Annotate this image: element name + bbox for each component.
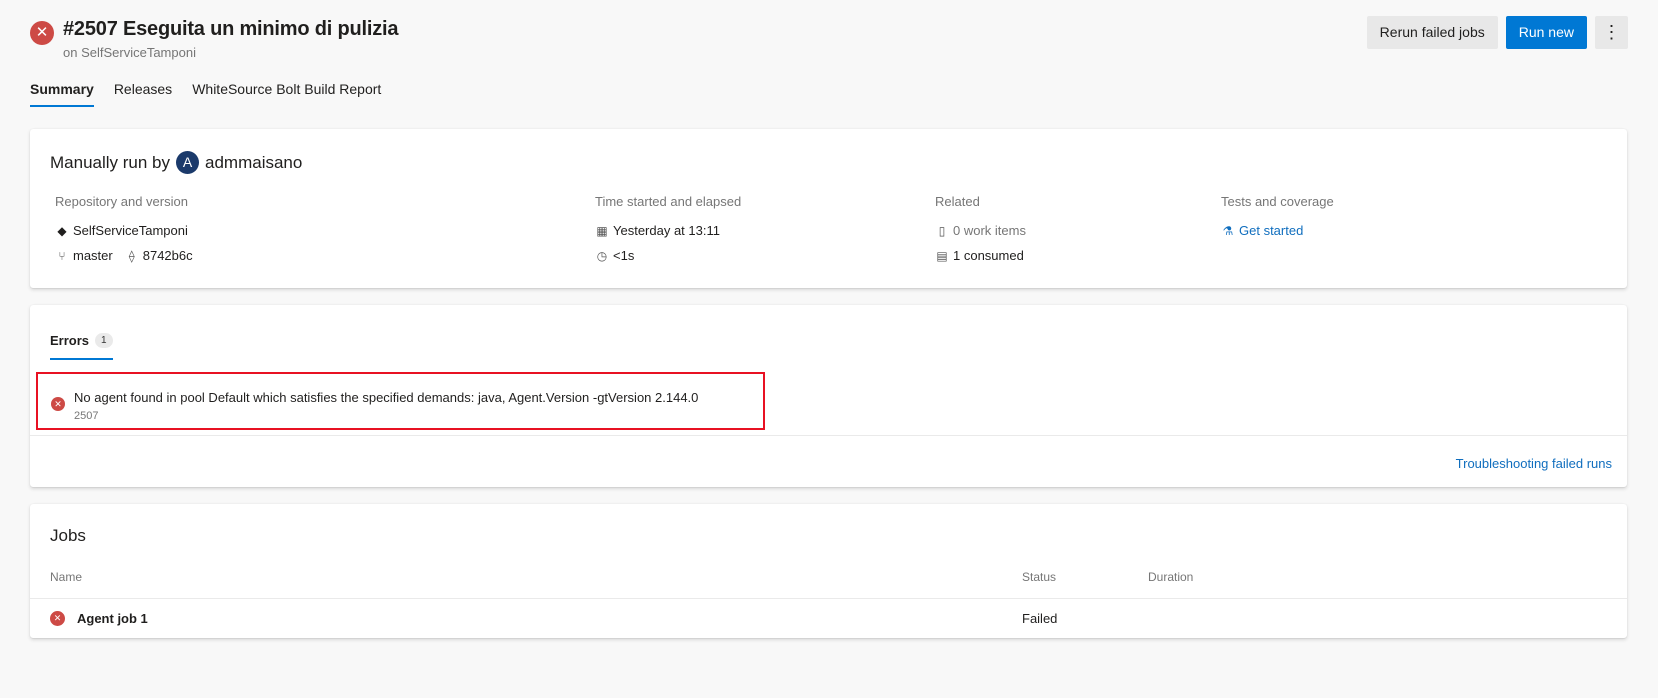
error-run-id: 2507 (74, 410, 99, 422)
time-label: Time started and elapsed (595, 194, 742, 209)
page-title: #2507 Eseguita un minimo di pulizia (63, 18, 399, 40)
troubleshooting-link[interactable]: Troubleshooting failed runs (1456, 456, 1612, 471)
errors-tab-label: Errors (50, 333, 90, 348)
commit-icon: ⟠ (128, 248, 135, 263)
tab-summary[interactable]: Summary (30, 79, 94, 107)
error-message: No agent found in pool Default which sat… (74, 390, 699, 405)
tab-whitesource-report[interactable]: WhiteSource Bolt Build Report (192, 79, 381, 107)
header-actions: Rerun failed jobs Run new ⋮ (1366, 16, 1628, 49)
time-column: Time started and elapsed ▦ Yesterday at … (595, 194, 741, 268)
column-header-status: Status (1022, 570, 1057, 584)
tests-column: Tests and coverage ⚗ Get started (1221, 194, 1334, 243)
get-started-link[interactable]: Get started (1239, 223, 1303, 238)
avatar: A (176, 151, 200, 174)
errors-card: Errors 1 ✕ No agent found in pool Defaul… (30, 305, 1627, 487)
flask-icon: ⚗ (1222, 223, 1234, 238)
branch-icon: ⑂ (58, 248, 66, 263)
job-failed-icon: ✕ (50, 611, 65, 626)
tests-label: Tests and coverage (1221, 194, 1334, 209)
tab-releases[interactable]: Releases (114, 79, 172, 107)
error-item[interactable]: ✕ No agent found in pool Default which s… (36, 372, 765, 430)
manual-run-prefix: Manually run by (50, 152, 171, 172)
errors-count-badge: 1 (95, 333, 113, 348)
clock-icon: ◷ (596, 248, 608, 263)
repository-column: Repository and version ◆ SelfServiceTamp… (55, 194, 193, 268)
divider (30, 435, 1627, 436)
repo-name[interactable]: SelfServiceTamponi (73, 223, 188, 238)
table-row[interactable]: ✕ Agent job 1 Failed (30, 599, 1627, 638)
work-item-icon: ▯ (938, 223, 946, 238)
failed-status-icon: ✕ (30, 21, 54, 45)
page-tabs: Summary Releases WhiteSource Bolt Build … (30, 79, 401, 107)
summary-card: Manually run by A admmaisano Repository … (30, 129, 1627, 288)
time-started: Yesterday at 13:11 (613, 223, 720, 238)
error-icon: ✕ (51, 397, 65, 411)
jobs-card: Jobs Name Status Duration ✕ Agent job 1 … (30, 504, 1627, 638)
more-actions-icon[interactable]: ⋮ (1595, 16, 1628, 49)
manual-run-line: Manually run by A admmaisano (50, 151, 302, 174)
run-new-button[interactable]: Run new (1505, 16, 1587, 49)
run-user[interactable]: admmaisano (205, 153, 302, 173)
commit-id[interactable]: 8742b6c (143, 248, 193, 263)
page-header: ✕ #2507 Eseguita un minimo di pulizia on… (30, 16, 1628, 64)
job-name: Agent job 1 (77, 611, 148, 626)
column-header-name: Name (50, 570, 83, 584)
column-header-duration: Duration (1148, 570, 1194, 584)
work-items: 0 work items (953, 223, 1026, 238)
related-label: Related (935, 194, 980, 209)
job-status: Failed (1022, 611, 1058, 626)
pipeline-subtitle: on SelfServiceTamponi (63, 45, 196, 60)
repo-icon: ◆ (57, 223, 67, 238)
time-elapsed: <1s (613, 248, 635, 263)
jobs-title: Jobs (50, 526, 86, 545)
calendar-icon: ▦ (596, 223, 608, 238)
tab-errors[interactable]: Errors 1 (50, 333, 113, 360)
rerun-failed-jobs-button[interactable]: Rerun failed jobs (1366, 16, 1498, 49)
related-column: Related ▯ 0 work items ▤ 1 consumed (935, 194, 1026, 268)
branch-name[interactable]: master (73, 248, 113, 263)
consumed-artifacts[interactable]: 1 consumed (953, 248, 1024, 263)
repository-label: Repository and version (55, 194, 188, 209)
artifact-icon: ▤ (936, 248, 948, 263)
